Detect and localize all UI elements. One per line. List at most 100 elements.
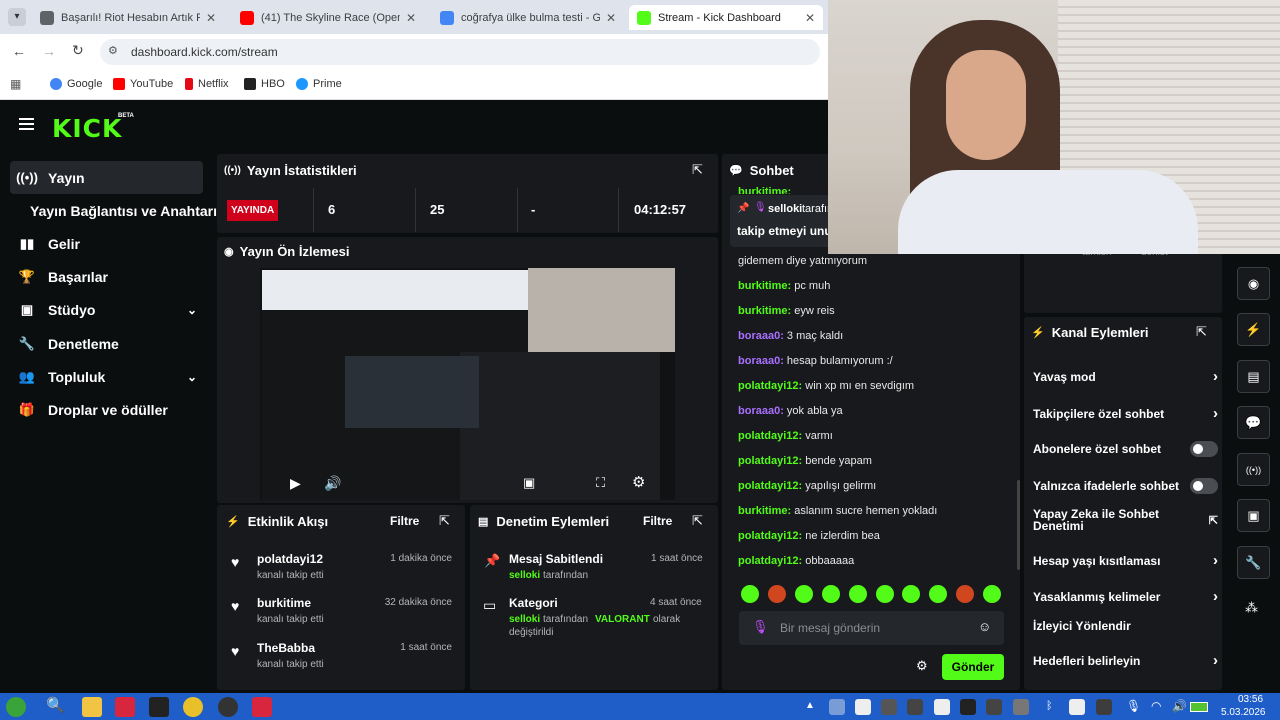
- channel-action-3[interactable]: Abonelere özel sohbet: [1033, 441, 1218, 457]
- activity-filter-button[interactable]: Filtre: [390, 514, 419, 528]
- chat-message[interactable]: polatdayi12: obbaaaaa: [738, 555, 854, 567]
- mod-item-user[interactable]: selloki: [509, 570, 540, 581]
- chat-message[interactable]: polatdayi12: ne izlerdim bea: [738, 530, 880, 542]
- mod-item-game[interactable]: VALORANT: [595, 614, 650, 625]
- chat-username[interactable]: polatdayi12:: [738, 455, 802, 467]
- chat-username[interactable]: burkitime:: [738, 305, 791, 317]
- wifi-icon[interactable]: ◠: [1151, 699, 1161, 713]
- chat-username[interactable]: polatdayi12:: [738, 380, 802, 392]
- app-red-icon[interactable]: [115, 697, 135, 717]
- toggle-switch[interactable]: [1190, 441, 1218, 457]
- microphone-icon[interactable]: 🎙: [1126, 699, 1141, 713]
- popout-icon[interactable]: ⇱: [692, 162, 703, 178]
- tray-icon[interactable]: [855, 699, 871, 715]
- close-icon[interactable]: ✕: [606, 11, 616, 25]
- chat-username[interactable]: polatdayi12:: [738, 555, 802, 567]
- channel-action-5[interactable]: Yapay Zeka ile Sohbet Denetimi ⇱: [1033, 508, 1218, 532]
- close-icon[interactable]: ✕: [206, 11, 216, 25]
- sidebar-item-studyo[interactable]: ▣ Stüdyo ⌄: [10, 293, 203, 326]
- chat-username[interactable]: polatdayi12:: [738, 480, 802, 492]
- chat-message[interactable]: burkitime: aslanım sucre hemen yokladı: [738, 505, 937, 517]
- channel-action-6[interactable]: Hesap yaşı kısıtlaması ›: [1033, 552, 1218, 569]
- quick-document-button[interactable]: ▤: [1237, 360, 1270, 393]
- url-field[interactable]: ⚙ dashboard.kick.com/stream: [100, 39, 820, 65]
- send-button[interactable]: Gönder: [942, 654, 1004, 680]
- browser-tab[interactable]: Stream - Kick Dashboard ✕: [629, 5, 823, 30]
- quick-lightning-button[interactable]: ⚡: [1237, 313, 1270, 346]
- tab-list-dropdown-icon[interactable]: ▾: [8, 8, 26, 26]
- browser-tab[interactable]: coğrafya ülke bulma testi - Goo ✕: [432, 5, 624, 30]
- emote-icon[interactable]: [741, 585, 759, 603]
- channel-action-1[interactable]: Yavaş mod ›: [1033, 368, 1218, 385]
- community-nodes-icon[interactable]: ⁂: [1245, 600, 1258, 616]
- bookmark-prime[interactable]: Prime: [296, 78, 342, 90]
- tray-icon[interactable]: [829, 699, 845, 715]
- emoji-icon[interactable]: ☺: [978, 619, 991, 634]
- stream-preview-video[interactable]: [260, 268, 675, 500]
- emote-icon[interactable]: [821, 585, 840, 603]
- chat-message[interactable]: polatdayi12: yapılışı gelirmı: [738, 480, 876, 492]
- popout-icon[interactable]: ⇱: [692, 513, 703, 529]
- tray-icon[interactable]: [907, 699, 923, 715]
- tray-icon[interactable]: [881, 699, 897, 715]
- chat-settings-gear-icon[interactable]: ⚙: [916, 658, 928, 674]
- sidebar-item-denetleme[interactable]: 🔧 Denetleme: [10, 327, 203, 360]
- channel-action-8[interactable]: İzleyici Yönlendir: [1033, 620, 1218, 632]
- taskbar-time[interactable]: 03:56: [1238, 694, 1263, 705]
- close-icon[interactable]: ✕: [406, 11, 416, 25]
- chat-message[interactable]: polatdayi12: win xp mı en sevdigım: [738, 380, 914, 392]
- start-button-icon[interactable]: [6, 697, 26, 717]
- chat-username[interactable]: boraaa0:: [738, 330, 784, 342]
- sidebar-item-droplar[interactable]: 🎁 Droplar ve ödüller: [10, 393, 203, 426]
- chat-message[interactable]: boraaa0: 3 maç kaldı: [738, 330, 843, 342]
- chat-username[interactable]: burkitime:: [738, 280, 791, 292]
- fullscreen-icon[interactable]: ⛶: [596, 475, 605, 491]
- chat-message[interactable]: polatdayi12: varmı: [738, 430, 833, 442]
- tray-icon[interactable]: [1096, 699, 1112, 715]
- sidebar-item-yayin[interactable]: ((•)) Yayın: [10, 161, 203, 194]
- pinned-user[interactable]: selloki: [768, 203, 802, 215]
- bookmark-youtube[interactable]: YouTube: [113, 78, 173, 90]
- activity-username[interactable]: polatdayi12: [257, 552, 323, 566]
- chat-username[interactable]: boraaa0:: [738, 355, 784, 367]
- activity-username[interactable]: TheBabba: [257, 641, 315, 655]
- emote-icon[interactable]: [794, 585, 813, 603]
- file-explorer-icon[interactable]: [82, 697, 102, 717]
- quick-layout-button[interactable]: ▣: [1237, 499, 1270, 532]
- tray-icon[interactable]: [1069, 699, 1085, 715]
- sidebar-item-gelir[interactable]: ▮▮ Gelir: [10, 227, 203, 260]
- chrome-icon[interactable]: [183, 697, 203, 717]
- popout-icon[interactable]: ⇱: [439, 513, 450, 529]
- hamburger-menu-icon[interactable]: [19, 118, 34, 130]
- quick-chat-button[interactable]: 💬: [1237, 406, 1270, 439]
- chat-message[interactable]: burkitime: eyw reis: [738, 305, 835, 317]
- emote-icon[interactable]: [767, 585, 786, 603]
- play-icon[interactable]: ▶: [290, 475, 301, 492]
- bookmark-hbo[interactable]: HBO: [244, 78, 285, 90]
- channel-action-4[interactable]: Yalnızca ifadelerle sohbet: [1033, 478, 1218, 494]
- obs-icon[interactable]: [218, 697, 238, 717]
- pinned-message[interactable]: 📌 🎙 selloki tarafın takip etmeyi unu: [730, 195, 833, 247]
- emote-icon[interactable]: [848, 585, 867, 603]
- kick-logo[interactable]: KICK: [52, 114, 122, 143]
- tray-icon[interactable]: [934, 699, 950, 715]
- chat-message[interactable]: boraaa0: yok abla ya: [738, 405, 843, 417]
- sidebar-item-basarilar[interactable]: 🏆 Başarılar: [10, 260, 203, 293]
- quick-broadcast-button[interactable]: ((•)): [1237, 453, 1270, 486]
- bookmark-netflix[interactable]: Netflix: [185, 78, 229, 90]
- volume-icon[interactable]: 🔊: [1172, 699, 1187, 713]
- chat-username[interactable]: burkitime:: [738, 505, 791, 517]
- back-icon[interactable]: ←: [12, 43, 26, 59]
- chat-scrollbar[interactable]: [1017, 480, 1020, 570]
- mod-item-user[interactable]: selloki: [509, 614, 540, 625]
- chat-username[interactable]: polatdayi12:: [738, 430, 802, 442]
- bluetooth-icon[interactable]: ᛒ: [1046, 700, 1053, 712]
- tray-icon[interactable]: [1013, 699, 1029, 715]
- emote-icon[interactable]: [875, 585, 894, 603]
- popout-icon[interactable]: ⇱: [1196, 324, 1207, 340]
- sidebar-item-stream-key[interactable]: Yayın Bağlantısı ve Anahtarı: [10, 194, 217, 227]
- site-info-icon[interactable]: ⚙: [108, 44, 118, 57]
- browser-tab[interactable]: Başarılı! Riot Hesabın Artık Platf ✕: [32, 5, 224, 30]
- chat-message[interactable]: boraaa0: hesap bulamıyorum :/: [738, 355, 893, 367]
- chat-username[interactable]: polatdayi12:: [738, 530, 802, 542]
